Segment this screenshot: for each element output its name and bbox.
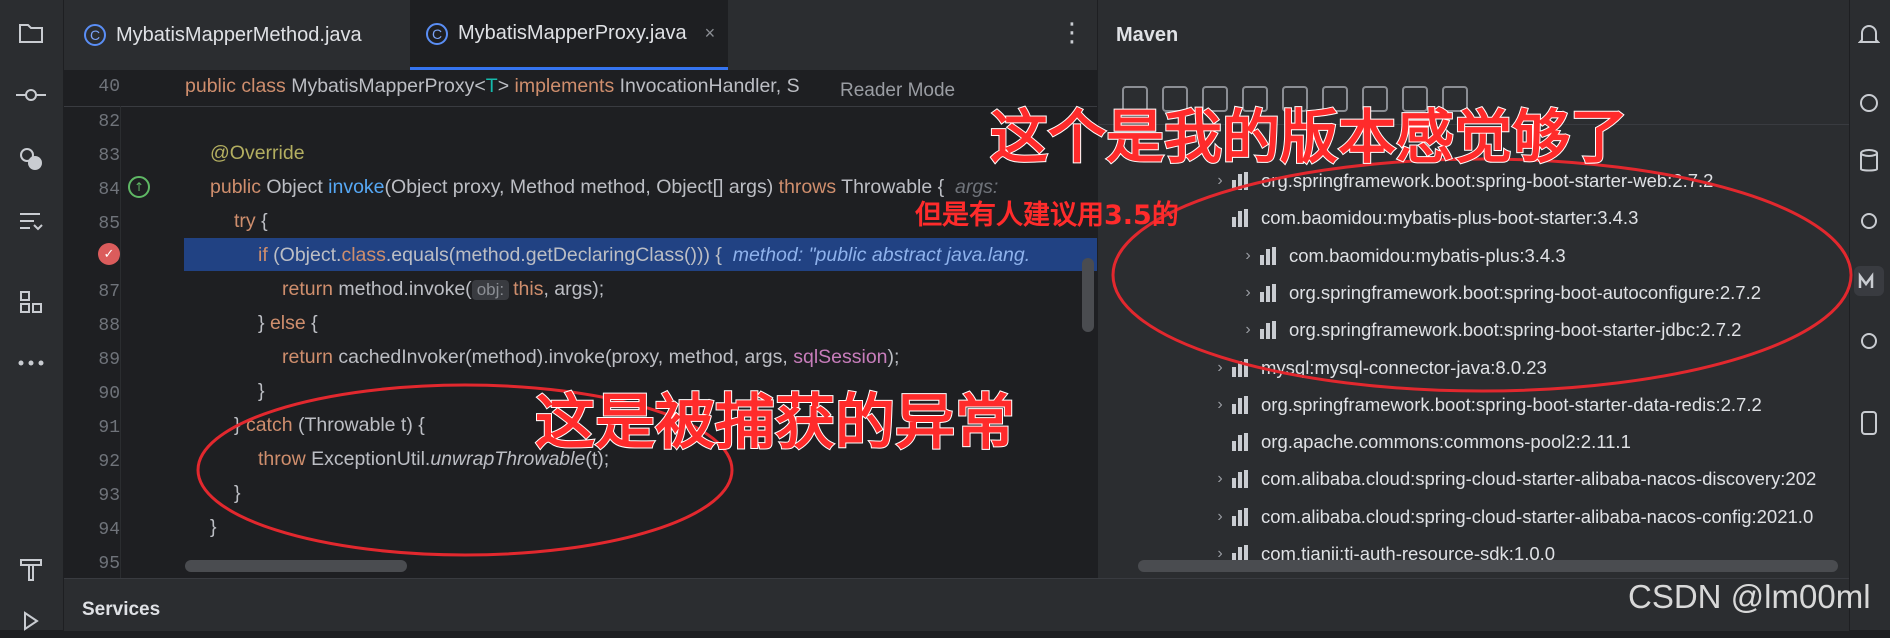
annotation-suggest-version: 但是有人建议用3.5的	[915, 200, 1179, 231]
annotation-version-ok: 这个是我的版本感觉够了	[989, 102, 1629, 172]
annotation-caught-exception: 这是被捕获的异常	[534, 387, 1016, 459]
csdn-watermark: CSDN @lm00ml	[1628, 578, 1871, 615]
annotation-ellipse-dependencies	[1111, 157, 1853, 393]
